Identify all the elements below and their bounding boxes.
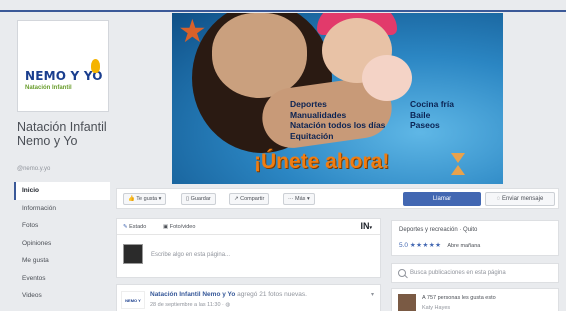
search-icon	[398, 269, 406, 277]
nav-item-me-gusta[interactable]: Me gusta	[14, 252, 110, 270]
avatar	[123, 244, 143, 264]
share-button[interactable]: ↗ Compartir	[229, 193, 270, 205]
globe-icon: ◍	[225, 302, 231, 308]
tab-status[interactable]: ✎ Estado	[123, 224, 146, 230]
call-button[interactable]: Llamar	[403, 192, 481, 206]
activities-list-left: Deportes Manualidades Natación todos los…	[290, 99, 385, 141]
bookmark-icon: ▯	[186, 196, 190, 202]
avatar[interactable]	[398, 294, 416, 311]
activity-item: Baile	[410, 109, 431, 120]
thumbs-up-icon: 👍	[128, 196, 135, 202]
activity-item: Equitación	[290, 130, 334, 141]
fish-icon	[91, 59, 100, 73]
activity-item: Manualidades	[290, 109, 347, 120]
photo-icon: ▣	[163, 224, 169, 230]
chevron-down-icon: ▾	[158, 196, 162, 202]
chevron-down-icon: ▾	[369, 225, 372, 231]
rating-value: 5.0	[399, 242, 409, 249]
page-category[interactable]: Deportes y recreación · Quito	[399, 227, 477, 233]
composer-input[interactable]: Escribe algo en esta página...	[151, 252, 230, 258]
nav-item-fotos[interactable]: Fotos	[14, 217, 110, 235]
pencil-icon: ✎	[123, 224, 128, 230]
likes-card: A 757 personas les gusta esto Katy Hayes	[391, 288, 559, 311]
cover-photo[interactable]: ★ Deportes Manualidades Natación todos l…	[172, 13, 503, 184]
page-handle[interactable]: @nemo.y.yo	[17, 166, 50, 172]
rating-row[interactable]: 5.0 ★★★★★ Abre mañana	[399, 241, 480, 249]
tab-photo-video[interactable]: ▣ Foto/video	[163, 224, 195, 230]
activities-list-right: Cocina fría Baile Paseos	[410, 99, 454, 131]
save-button[interactable]: ▯ Guardar	[181, 193, 216, 205]
send-message-label: Enviar mensaje	[501, 196, 544, 202]
composer-tabs: ✎ Estado ▣ Foto/video IN▾	[117, 219, 380, 235]
post-avatar[interactable]: NEMO Y YO	[121, 291, 145, 309]
post-composer: ✎ Estado ▣ Foto/video IN▾ Escribe algo e…	[116, 218, 381, 278]
cover-slogan: ¡Únete ahora!	[254, 150, 390, 173]
tab-status-label: Estado	[129, 224, 147, 230]
page-search[interactable]: Busca publicaciones en esta página	[391, 263, 559, 283]
post-header: Natación Infantil Nemo y Yo agregó 21 fo…	[150, 291, 307, 298]
page-action-bar: 👍 Te gusta ▾ ▯ Guardar ↗ Compartir ··· M…	[116, 188, 559, 209]
ball	[362, 55, 412, 101]
search-input[interactable]: Busca publicaciones en esta página	[410, 270, 506, 276]
post-date[interactable]: 28 de septiembre a las 11:30 · ◍	[150, 302, 230, 308]
logo-subtitle: Natación Infantil	[25, 85, 72, 91]
post-options-icon[interactable]: ▾	[371, 291, 374, 298]
more-icon: ···	[288, 196, 294, 202]
brand-selector[interactable]: IN▾	[360, 221, 372, 231]
open-status: Abre mañana	[447, 243, 481, 249]
top-bar	[0, 0, 566, 12]
nav-item-eventos[interactable]: Eventos	[14, 270, 110, 288]
nav-item-opiniones[interactable]: Opiniones	[14, 235, 110, 253]
logo: Nemo y Yo Natación Infantil	[22, 25, 104, 107]
activity-item: Deportes	[290, 99, 327, 109]
tab-photo-label: Foto/video	[169, 224, 196, 230]
post-date-text: 28 de septiembre a las 11:30 ·	[150, 302, 226, 308]
like-button[interactable]: 👍 Te gusta ▾	[123, 193, 167, 205]
messenger-icon: ◌	[496, 196, 501, 202]
nav-item-informacion[interactable]: Información	[14, 200, 110, 218]
post-author[interactable]: Natación Infantil Nemo y Yo	[150, 291, 235, 298]
star-rating-icon: ★★★★★	[409, 242, 442, 249]
more-button[interactable]: ··· Más ▾	[283, 193, 315, 205]
hourglass-icon	[451, 153, 465, 175]
woman-face	[212, 13, 307, 98]
page-title: Natación Infantil Nemo y Yo	[17, 120, 107, 148]
profile-picture[interactable]: Nemo y Yo Natación Infantil	[17, 20, 109, 112]
activity-item: Paseos	[410, 120, 440, 130]
feed-post: NEMO Y YO Natación Infantil Nemo y Yo ag…	[116, 284, 381, 311]
save-label: Guardar	[190, 196, 211, 202]
send-message-button[interactable]: ◌ Enviar mensaje	[485, 192, 555, 206]
nav-item-inicio[interactable]: Inicio	[14, 182, 110, 200]
share-label: Compartir	[240, 196, 265, 202]
starfish-icon: ★	[178, 13, 207, 49]
like-label: Te gusta	[136, 196, 158, 202]
activity-item: Natación todos los días	[290, 120, 386, 130]
page-info-card: Deportes y recreación · Quito 5.0 ★★★★★ …	[391, 220, 559, 256]
post-action: agregó 21 fotos nuevas.	[237, 291, 307, 298]
chevron-down-icon: ▾	[306, 196, 310, 202]
nav-item-videos[interactable]: Videos	[14, 287, 110, 305]
activity-item: Cocina fría	[410, 99, 454, 109]
more-label: Más	[295, 196, 306, 202]
share-icon: ↗	[234, 196, 239, 202]
liker-name[interactable]: Katy Hayes	[422, 305, 450, 311]
likes-count[interactable]: A 757 personas les gusta esto	[422, 295, 496, 301]
page-nav: Inicio Información Fotos Opiniones Me gu…	[14, 182, 110, 305]
